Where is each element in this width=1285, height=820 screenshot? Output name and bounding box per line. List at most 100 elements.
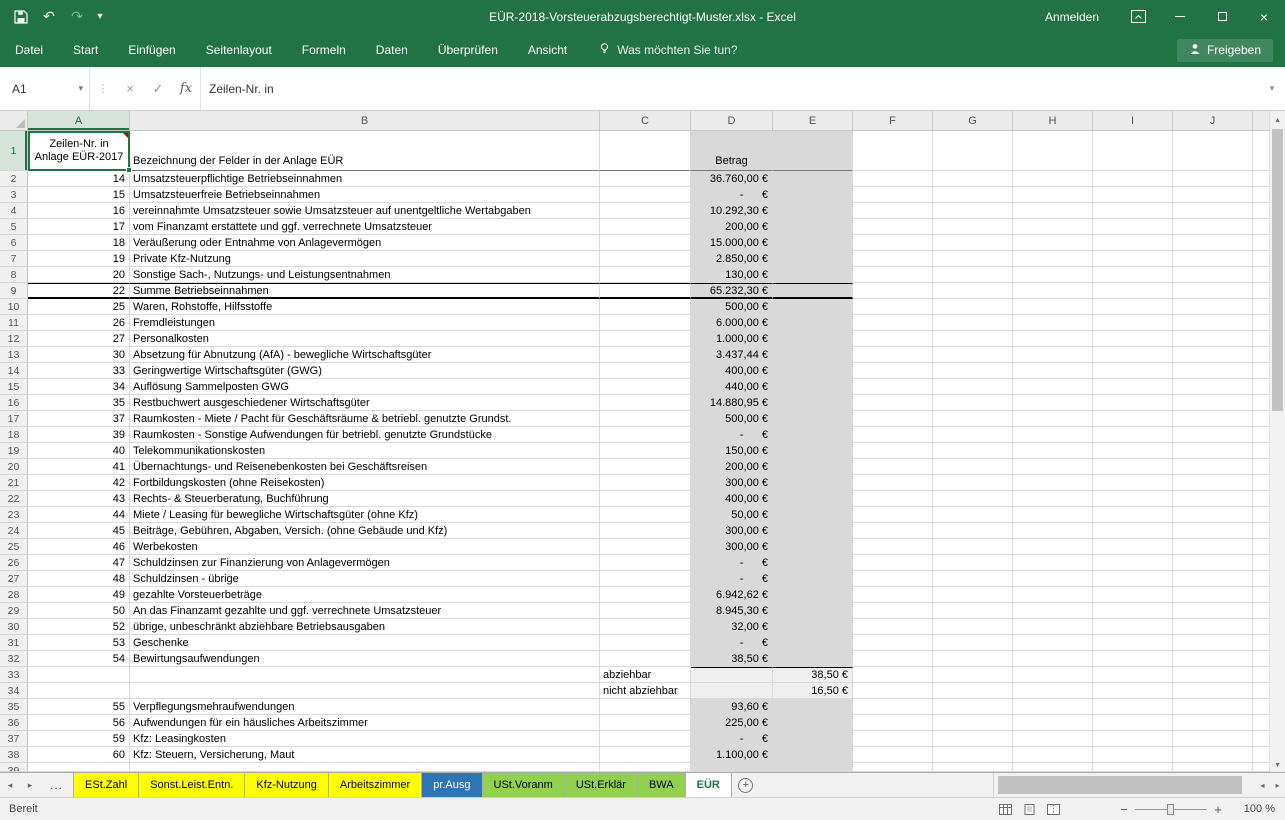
cell-A1-selected[interactable]: Zeilen-Nr. in Anlage EÜR-2017 — [28, 131, 130, 171]
cell-I17[interactable] — [1093, 411, 1173, 427]
cell-G4[interactable] — [933, 203, 1013, 219]
cell-I8[interactable] — [1093, 267, 1173, 283]
cell-I16[interactable] — [1093, 395, 1173, 411]
cell-K7[interactable] — [1253, 251, 1269, 267]
hscroll-left-icon[interactable]: ◂ — [1255, 773, 1270, 797]
cell-G33[interactable] — [933, 667, 1013, 683]
cell-F29[interactable] — [853, 603, 933, 619]
cell-B25[interactable]: Werbekosten — [130, 539, 600, 555]
close-button[interactable]: × — [1243, 0, 1285, 33]
cell-J34[interactable] — [1173, 683, 1253, 699]
cell-I30[interactable] — [1093, 619, 1173, 635]
cell-J7[interactable] — [1173, 251, 1253, 267]
confirm-entry-icon[interactable]: ✓ — [144, 81, 172, 97]
cell-E33[interactable]: 38,50 € — [773, 667, 853, 683]
cell-D20[interactable]: 200,00 € — [691, 459, 773, 475]
cell-E15[interactable] — [773, 379, 853, 395]
sheet-tab-arbeitszimmer[interactable]: Arbeitszimmer — [329, 773, 422, 797]
ribbon-tab-einf-gen[interactable]: Einfügen — [113, 33, 190, 67]
sheet-tab-pr-ausg[interactable]: pr.Ausg — [422, 773, 482, 797]
insert-function-icon[interactable]: fx — [172, 81, 200, 96]
cell-D18[interactable]: - € — [691, 427, 773, 443]
cell-D25[interactable]: 300,00 € — [691, 539, 773, 555]
cell-F13[interactable] — [853, 347, 933, 363]
cell-B15[interactable]: Auflösung Sammelposten GWG — [130, 379, 600, 395]
cell-E18[interactable] — [773, 427, 853, 443]
row-header-23[interactable]: 23 — [0, 507, 28, 523]
cell-F21[interactable] — [853, 475, 933, 491]
sheet-nav-right-icon[interactable]: ▸ — [20, 773, 40, 797]
sheet-tab-e-r[interactable]: EÜR — [686, 773, 732, 797]
cell-C27[interactable] — [600, 571, 691, 587]
cell-B29[interactable]: An das Finanzamt gezahlte und ggf. verre… — [130, 603, 600, 619]
cell-A39[interactable] — [28, 763, 130, 772]
cell-G22[interactable] — [933, 491, 1013, 507]
cell-C15[interactable] — [600, 379, 691, 395]
cell-H22[interactable] — [1013, 491, 1093, 507]
cell-K33[interactable] — [1253, 667, 1269, 683]
cell-A10[interactable]: 25 — [28, 299, 130, 315]
cell-G15[interactable] — [933, 379, 1013, 395]
sheet-nav-left-icon[interactable]: ◂ — [0, 773, 20, 797]
cell-B38[interactable]: Kfz: Steuern, Versicherung, Maut — [130, 747, 600, 763]
cell-I1[interactable] — [1093, 131, 1173, 171]
maximize-button[interactable] — [1201, 0, 1243, 33]
cell-D9[interactable]: 65.232,30 € — [691, 283, 773, 299]
cell-B7[interactable]: Private Kfz-Nutzung — [130, 251, 600, 267]
cell-G2[interactable] — [933, 171, 1013, 187]
cell-D14[interactable]: 400,00 € — [691, 363, 773, 379]
cell-I4[interactable] — [1093, 203, 1173, 219]
cell-B39[interactable] — [130, 763, 600, 772]
vertical-scrollbar[interactable]: ▴ ▾ — [1269, 111, 1285, 772]
cell-D10[interactable]: 500,00 € — [691, 299, 773, 315]
cell-G7[interactable] — [933, 251, 1013, 267]
cell-B28[interactable]: gezahlte Vorsteuerbeträge — [130, 587, 600, 603]
cell-K23[interactable] — [1253, 507, 1269, 523]
cell-A37[interactable]: 59 — [28, 731, 130, 747]
cell-E22[interactable] — [773, 491, 853, 507]
cell-G37[interactable] — [933, 731, 1013, 747]
row-header-26[interactable]: 26 — [0, 555, 28, 571]
cell-H25[interactable] — [1013, 539, 1093, 555]
cell-G1[interactable] — [933, 131, 1013, 171]
cell-B12[interactable]: Personalkosten — [130, 331, 600, 347]
select-all-button[interactable] — [0, 111, 28, 130]
cell-D15[interactable]: 440,00 € — [691, 379, 773, 395]
cell-I18[interactable] — [1093, 427, 1173, 443]
row-header-15[interactable]: 15 — [0, 379, 28, 395]
column-header-A[interactable]: A — [28, 111, 130, 130]
cell-J28[interactable] — [1173, 587, 1253, 603]
cell-C11[interactable] — [600, 315, 691, 331]
cell-J31[interactable] — [1173, 635, 1253, 651]
cell-H20[interactable] — [1013, 459, 1093, 475]
cell-C28[interactable] — [600, 587, 691, 603]
cell-A23[interactable]: 44 — [28, 507, 130, 523]
cell-A31[interactable]: 53 — [28, 635, 130, 651]
cell-D4[interactable]: 10.292,30 € — [691, 203, 773, 219]
cell-K29[interactable] — [1253, 603, 1269, 619]
cell-H1[interactable] — [1013, 131, 1093, 171]
cell-E16[interactable] — [773, 395, 853, 411]
cell-H9[interactable] — [1013, 283, 1093, 299]
cell-H14[interactable] — [1013, 363, 1093, 379]
cell-H5[interactable] — [1013, 219, 1093, 235]
sheet-overflow-indicator[interactable]: ... — [40, 773, 73, 797]
cell-E29[interactable] — [773, 603, 853, 619]
cell-H18[interactable] — [1013, 427, 1093, 443]
cell-C10[interactable] — [600, 299, 691, 315]
sheet-tab-ust-voranm[interactable]: USt.Voranm — [483, 773, 565, 797]
cell-B3[interactable]: Umsatzsteuerfreie Betriebseinnahmen — [130, 187, 600, 203]
cell-E1[interactable] — [773, 131, 853, 171]
cell-G6[interactable] — [933, 235, 1013, 251]
row-header-10[interactable]: 10 — [0, 299, 28, 315]
cell-K9[interactable] — [1253, 283, 1269, 299]
cell-E12[interactable] — [773, 331, 853, 347]
cell-B27[interactable]: Schuldzinsen - übrige — [130, 571, 600, 587]
cell-A32[interactable]: 54 — [28, 651, 130, 667]
cell-E21[interactable] — [773, 475, 853, 491]
cell-F33[interactable] — [853, 667, 933, 683]
cell-D1[interactable]: Betrag — [691, 131, 773, 171]
cell-C1[interactable] — [600, 131, 691, 171]
cell-F31[interactable] — [853, 635, 933, 651]
cell-J2[interactable] — [1173, 171, 1253, 187]
